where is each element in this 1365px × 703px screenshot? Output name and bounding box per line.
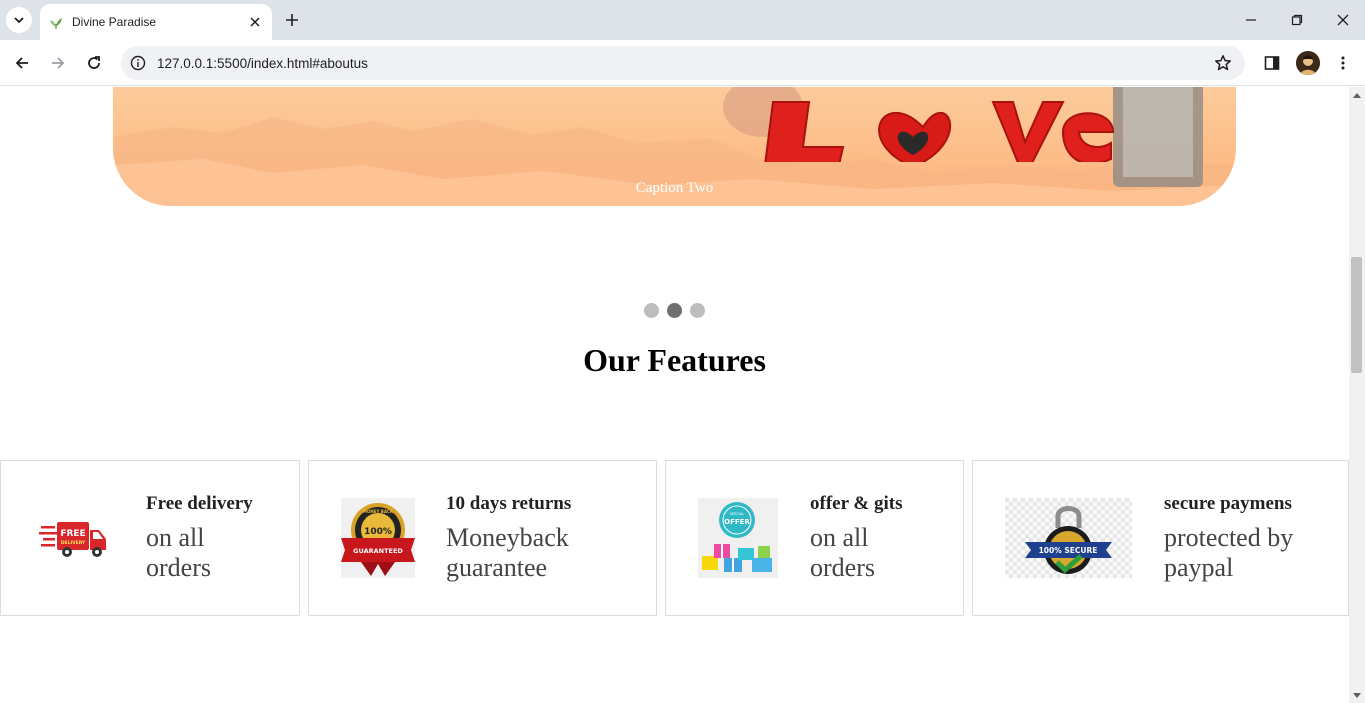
page-viewport: Caption Two Our Features FREE DELIVERY F…	[0, 87, 1349, 703]
site-info-icon[interactable]	[127, 52, 149, 74]
feature-subtitle-line2: orders	[146, 553, 211, 582]
profile-avatar[interactable]	[1296, 51, 1320, 75]
feature-text: Free delivery on all orders	[146, 493, 253, 583]
side-panel-icon	[1264, 56, 1280, 70]
close-tab-icon[interactable]	[246, 13, 264, 31]
feature-heading: 10 days returns	[446, 493, 572, 514]
forward-button[interactable]	[46, 51, 70, 75]
plus-icon	[286, 14, 298, 26]
badge-money-back-text: MONEY BACK	[363, 509, 394, 514]
scroll-up-arrow-icon[interactable]	[1352, 91, 1362, 99]
love-letters-image	[764, 101, 1115, 162]
carousel-slide[interactable]: Caption Two	[113, 87, 1236, 206]
secure-lock-icon: 100% SECURE	[1005, 498, 1132, 578]
tab-title: Divine Paradise	[72, 15, 157, 29]
feature-heading: secure paymens	[1164, 493, 1292, 514]
bookmark-star-icon[interactable]	[1211, 51, 1235, 75]
close-icon	[1337, 14, 1349, 26]
feature-subtitle-line2: guarantee	[446, 553, 548, 582]
url-text[interactable]: 127.0.0.1:5500/index.html#aboutus	[157, 56, 1211, 71]
browser-tab-strip: Divine Paradise	[0, 0, 1365, 40]
address-bar[interactable]: 127.0.0.1:5500/index.html#aboutus	[121, 46, 1245, 80]
new-tab-button[interactable]	[281, 9, 303, 31]
chevron-down-icon	[14, 17, 24, 24]
scrollbar-thumb[interactable]	[1351, 257, 1362, 373]
reload-button[interactable]	[82, 51, 106, 75]
feature-text: offer & gits on all orders	[810, 493, 903, 583]
badge-special-text: SPECIAL	[730, 512, 744, 516]
restore-icon	[1291, 14, 1303, 26]
carousel-dot[interactable]	[644, 303, 659, 318]
close-window-button[interactable]	[1333, 10, 1353, 30]
carousel-caption: Caption Two	[635, 180, 714, 196]
browser-menu-button[interactable]	[1331, 51, 1355, 75]
back-button[interactable]	[10, 51, 34, 75]
feature-card: FREE DELIVERY Free delivery on all order…	[0, 460, 300, 616]
arrow-right-icon	[52, 57, 65, 69]
tab-search-button[interactable]	[6, 7, 32, 33]
feature-subtitle-line1: Moneyback	[446, 523, 569, 552]
browser-toolbar: 127.0.0.1:5500/index.html#aboutus	[0, 40, 1365, 86]
carousel-indicators	[0, 303, 1349, 318]
feature-card: 100% MONEY BACK GUARANTEED 10 days retur…	[308, 460, 657, 616]
badge-delivery-text: DELIVERY	[61, 540, 86, 546]
badge-secure-text: 100% SECURE	[1039, 546, 1098, 555]
delivery-truck-icon: FREE DELIVERY	[39, 522, 106, 557]
carousel-dot[interactable]	[690, 303, 705, 318]
feature-subtitle-line1: on all	[810, 523, 869, 552]
minimize-icon	[1246, 19, 1256, 21]
gift-offer-icon: SPECIAL OFFER	[698, 498, 778, 578]
feature-subtitle-line2: paypal	[1164, 553, 1234, 582]
section-title: Our Features	[583, 342, 766, 378]
reload-icon	[88, 56, 100, 69]
arrow-left-icon	[15, 57, 28, 69]
feature-subtitle-line1: protected by	[1164, 523, 1294, 552]
feature-heading: offer & gits	[810, 493, 903, 514]
leaf-favicon-icon	[48, 14, 64, 30]
side-panel-button[interactable]	[1260, 51, 1284, 75]
badge-free-text: FREE	[60, 529, 85, 539]
feature-text: secure paymens protected by paypal	[1164, 493, 1293, 583]
feature-heading: Free delivery	[146, 493, 253, 514]
feature-card: SPECIAL OFFER offer & gits on all orders	[665, 460, 964, 616]
badge-guaranteed-text: GUARANTEED	[353, 547, 403, 555]
feature-card: 100% SECURE secure paymens protected by …	[972, 460, 1349, 616]
minimize-button[interactable]	[1241, 10, 1261, 30]
feature-subtitle-line1: on all	[146, 523, 205, 552]
money-back-badge-icon: 100% MONEY BACK GUARANTEED	[341, 498, 415, 578]
badge-offer-text: OFFER	[724, 518, 750, 526]
restore-button[interactable]	[1287, 10, 1307, 30]
browser-tab[interactable]: Divine Paradise	[40, 4, 272, 40]
vertical-scrollbar[interactable]	[1349, 87, 1365, 703]
scroll-down-arrow-icon[interactable]	[1352, 691, 1362, 699]
feature-subtitle-line2: orders	[810, 553, 875, 582]
feature-text: 10 days returns Moneyback guarantee	[446, 493, 571, 583]
more-vertical-icon	[1341, 56, 1345, 70]
carousel-dot-active[interactable]	[667, 303, 682, 318]
profile-avatar-icon	[1296, 51, 1320, 75]
badge-100-text: 100%	[364, 527, 392, 537]
